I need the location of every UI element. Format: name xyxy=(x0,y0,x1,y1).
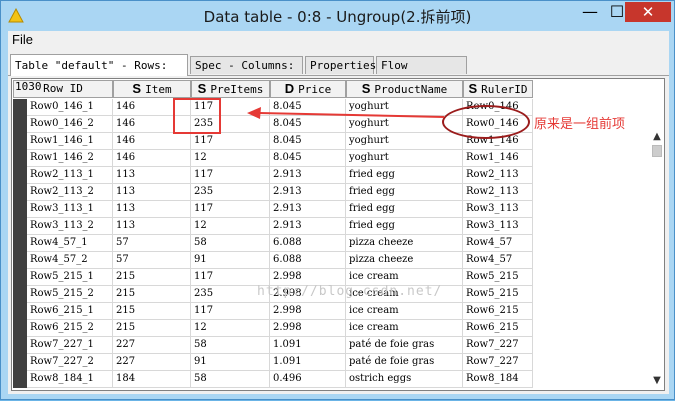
tab-table-default[interactable]: Table "default" - Rows: 1030 xyxy=(10,54,188,93)
app-window: Data table - 0:8 - Ungroup(2.拆前项) — ☐ ✕ … xyxy=(0,0,675,400)
